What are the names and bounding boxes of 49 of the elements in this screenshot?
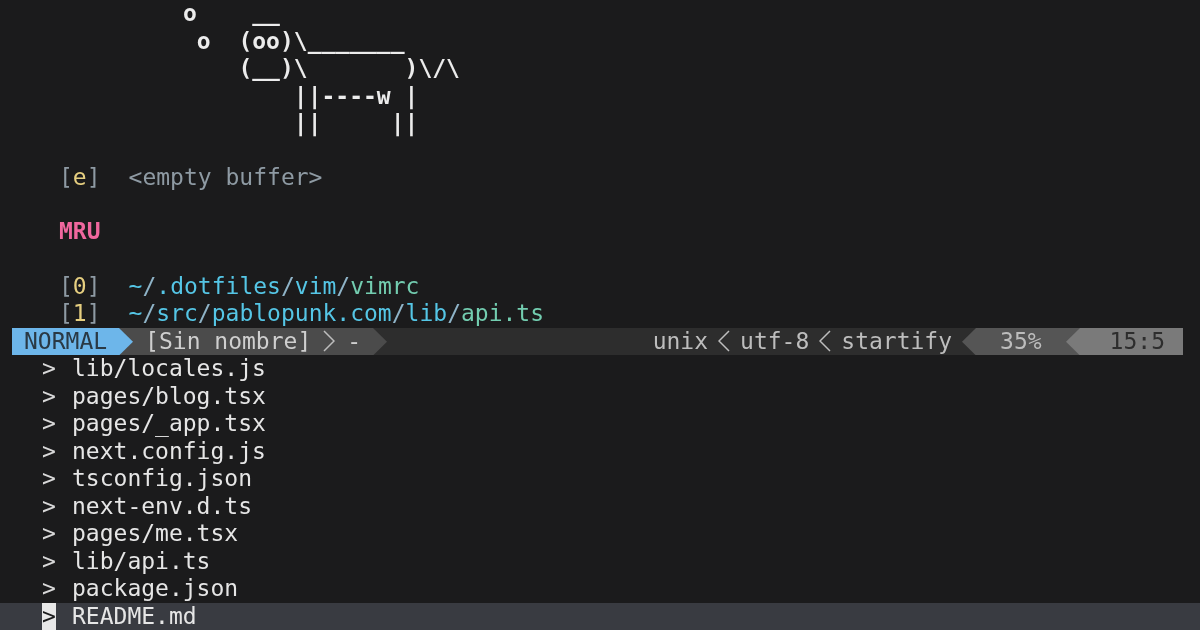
file-path: next.config.js <box>72 437 266 465</box>
chevron-left-icon <box>819 330 832 353</box>
section-title: MRU <box>59 218 101 246</box>
cow-ascii-art: || || <box>292 110 419 138</box>
result-row[interactable]: > next-env.d.ts <box>0 492 1200 520</box>
file-path: package.json <box>72 575 239 603</box>
file-encoding: utf-8 <box>739 327 811 355</box>
mru-key[interactable]: [1] <box>59 300 101 328</box>
prompt-marker: > <box>42 465 56 493</box>
file-path: tsconfig.json <box>72 465 252 493</box>
prompt-marker: > <box>42 520 56 548</box>
cow-ascii-art: o (oo)\_______ <box>195 27 405 55</box>
result-row[interactable]: > tsconfig.json <box>0 465 1200 493</box>
file-name: [Sin nombre] <box>133 327 324 355</box>
mru-file-path[interactable]: ~/.dotfiles/vim/vimrc <box>128 272 420 300</box>
file-path: pages/blog.tsx <box>72 382 266 410</box>
file-path: pages/_app.tsx <box>72 410 266 438</box>
empty-buffer-label[interactable]: <empty buffer> <box>128 164 323 192</box>
prompt-marker: > <box>42 492 56 520</box>
cow-ascii-art: (__)\ )\/\ <box>237 55 460 83</box>
buffer-key[interactable]: [e] <box>59 164 101 192</box>
result-row[interactable]: > next.config.js <box>0 437 1200 465</box>
chevron-right-icon <box>323 330 336 353</box>
prompt-marker: > <box>42 602 56 630</box>
prompt-marker: > <box>42 382 56 410</box>
result-row[interactable]: > lib/api.ts <box>0 547 1200 575</box>
result-row[interactable]: > pages/me.tsx <box>0 520 1200 548</box>
file-path: pages/me.tsx <box>72 520 239 548</box>
result-row[interactable]: > package.json <box>0 575 1200 603</box>
chevron-left-icon <box>718 330 731 353</box>
result-row[interactable]: > README.md <box>0 602 1200 630</box>
prompt-marker: > <box>42 437 56 465</box>
prompt-marker: > <box>42 547 56 575</box>
mru-file-path[interactable]: ~/src/pablopunk.com/lib/api.ts <box>128 300 545 328</box>
prompt-marker: > <box>42 575 56 603</box>
cow-ascii-art: ||----w | <box>292 82 419 110</box>
file-path: lib/locales.js <box>72 355 266 383</box>
result-row[interactable]: > lib/locales.js <box>0 355 1200 383</box>
prompt-marker: > <box>42 410 56 438</box>
file-path: next-env.d.ts <box>72 492 252 520</box>
file-path: README.md <box>72 602 197 630</box>
result-row[interactable]: > pages/blog.tsx <box>0 382 1200 410</box>
file-type: startify <box>840 327 954 355</box>
file-path: lib/api.ts <box>72 547 211 575</box>
cow-ascii-art: o __ <box>182 0 280 28</box>
mru-key[interactable]: [0] <box>59 272 101 300</box>
prompt-marker: > <box>42 355 56 383</box>
file-format: unix <box>651 327 710 355</box>
result-row[interactable]: > pages/_app.tsx <box>0 410 1200 438</box>
